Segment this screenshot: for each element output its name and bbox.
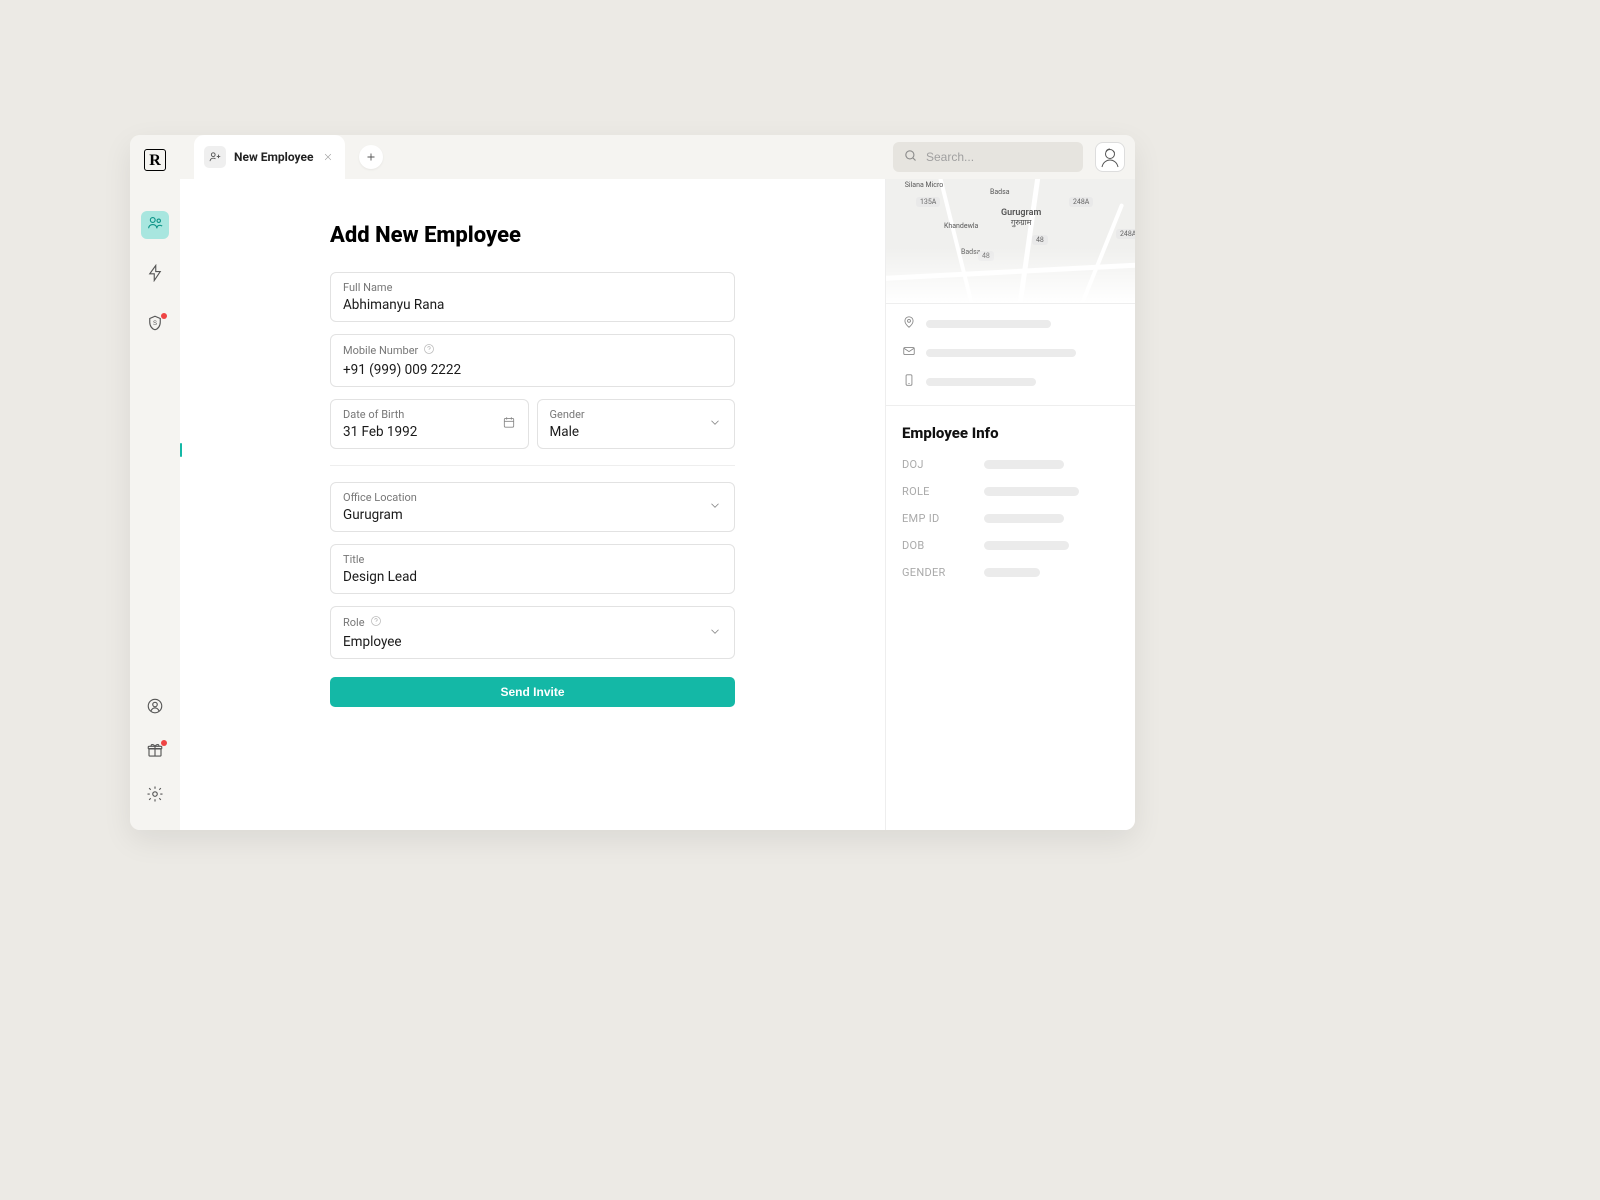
help-icon[interactable]: [423, 343, 435, 359]
field-value: 31 Feb 1992: [343, 424, 516, 440]
form-panel: Add New Employee Full Name Abhimanyu Ran…: [180, 179, 885, 830]
field-label: Role: [343, 615, 722, 631]
gear-icon: [146, 785, 164, 807]
info-row-doj: DOJ: [902, 458, 1119, 471]
field-value: Abhimanyu Rana: [343, 297, 722, 313]
chevron-down-icon: [708, 414, 722, 433]
content: Add New Employee Full Name Abhimanyu Ran…: [180, 179, 1135, 830]
field-label: Full Name: [343, 281, 722, 295]
field-label: Date of Birth: [343, 408, 516, 422]
sidebar-item-profile[interactable]: [141, 694, 169, 722]
field-value: Employee: [343, 634, 722, 650]
page-indicator: [180, 443, 182, 457]
svg-text:S: S: [153, 321, 157, 327]
app-logo[interactable]: R: [144, 149, 166, 171]
lightning-icon: [146, 264, 164, 286]
contact-phone: [902, 372, 1119, 391]
map-area-label: Silana Micro: [904, 182, 944, 190]
phone-icon: [902, 372, 916, 391]
help-icon[interactable]: [370, 615, 382, 631]
field-label: Gender: [550, 408, 723, 422]
search-input[interactable]: [893, 142, 1083, 172]
contact-address: [902, 314, 1119, 333]
search-icon: [903, 148, 918, 167]
info-row-empid: EMP ID: [902, 512, 1119, 525]
field-value: +91 (999) 009 2222: [343, 362, 722, 378]
chevron-down-icon: [708, 498, 722, 517]
field-label: Office Location: [343, 491, 722, 505]
tab-new-employee[interactable]: New Employee: [194, 135, 345, 179]
field-value: Male: [550, 424, 723, 440]
sidebar-item-settings[interactable]: [141, 782, 169, 810]
field-label: Mobile Number: [343, 343, 722, 359]
tab-label: New Employee: [234, 150, 313, 164]
chevron-down-icon: [708, 623, 722, 642]
profile-icon: [146, 697, 164, 719]
sidebar-item-people[interactable]: [141, 211, 169, 239]
role-field[interactable]: Role Employee: [330, 606, 735, 658]
topbar: New Employee: [180, 135, 1135, 179]
notification-badge: [161, 740, 167, 746]
contact-info: [886, 304, 1135, 405]
full-name-field[interactable]: Full Name Abhimanyu Rana: [330, 272, 735, 322]
field-label: Title: [343, 553, 722, 567]
employee-info-block: Employee Info DOJ ROLE EMP ID DOB: [886, 405, 1135, 611]
add-tab-button[interactable]: [359, 145, 383, 169]
gender-field[interactable]: Gender Male: [537, 399, 736, 449]
notification-badge: [161, 313, 167, 319]
app-window: R S: [130, 135, 1135, 830]
field-value: Gurugram: [343, 507, 722, 523]
map-area-label: Badsa: [990, 189, 1010, 197]
search-field[interactable]: [926, 150, 1073, 164]
sidebar-item-activity[interactable]: [141, 261, 169, 289]
map-preview[interactable]: Gurugramगुरुग्राम Khandewla Badsa Silana…: [886, 179, 1135, 304]
contact-email: [902, 343, 1119, 362]
dob-field[interactable]: Date of Birth 31 Feb 1992: [330, 399, 529, 449]
office-location-field[interactable]: Office Location Gurugram: [330, 482, 735, 532]
location-pin-icon: [902, 314, 916, 333]
main-area: New Employee: [180, 135, 1135, 830]
info-row-gender: GENDER: [902, 566, 1119, 579]
page-title: Add New Employee: [330, 223, 885, 248]
plus-icon: [365, 148, 377, 167]
map-area-label: Khandewla: [944, 223, 978, 231]
info-row-dob: DOB: [902, 539, 1119, 552]
mobile-field[interactable]: Mobile Number +91 (999) 009 2222: [330, 334, 735, 386]
sidebar-item-rewards[interactable]: [141, 738, 169, 766]
map-area-label: Badsa: [961, 249, 981, 257]
send-invite-button[interactable]: Send Invite: [330, 677, 735, 707]
user-avatar[interactable]: [1095, 142, 1125, 172]
side-panel: Gurugramगुरुग्राम Khandewla Badsa Silana…: [885, 179, 1135, 830]
sidebar: R S: [130, 135, 180, 830]
add-user-icon: [204, 146, 226, 168]
title-field[interactable]: Title Design Lead: [330, 544, 735, 594]
people-icon: [146, 214, 164, 236]
map-city-label: Gurugramगुरुग्राम: [1001, 209, 1041, 229]
info-row-role: ROLE: [902, 485, 1119, 498]
field-value: Design Lead: [343, 569, 722, 585]
calendar-icon[interactable]: [502, 414, 516, 433]
tab-close-button[interactable]: [321, 150, 335, 164]
info-title: Employee Info: [902, 424, 1119, 442]
sidebar-item-payroll[interactable]: S: [141, 311, 169, 339]
divider: [330, 465, 735, 466]
mail-icon: [902, 343, 916, 362]
